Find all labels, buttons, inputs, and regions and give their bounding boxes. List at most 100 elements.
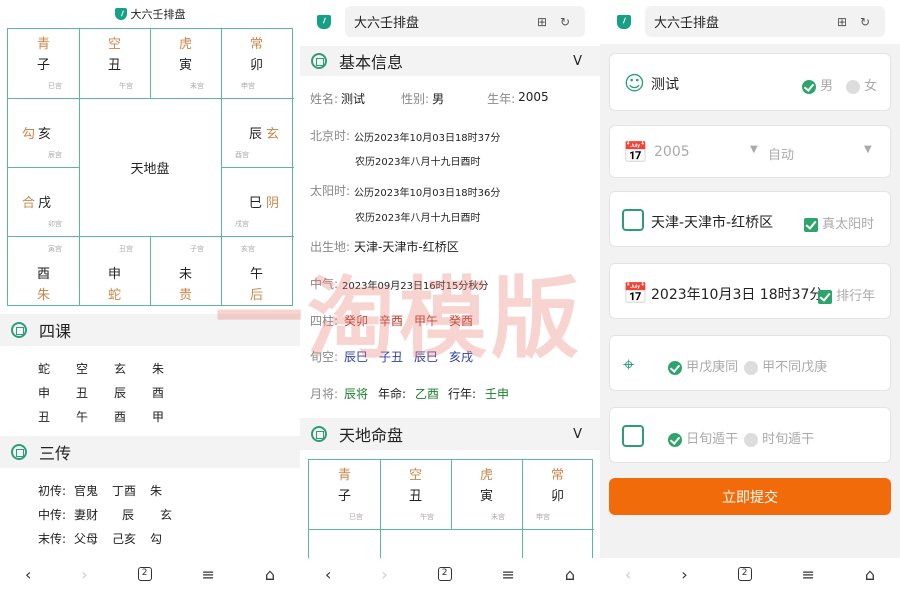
- cell-branch: 丑: [108, 58, 122, 73]
- menu-icon[interactable]: ≡: [502, 565, 515, 584]
- cell-palace: 未宫: [491, 513, 505, 521]
- bookmark-icon[interactable]: ⊞: [537, 15, 547, 29]
- jiawu-same-radio[interactable]: 甲戊庚同: [668, 356, 738, 375]
- sike-cell: 酉: [114, 410, 127, 424]
- sike-cell: 蛇: [38, 362, 51, 376]
- basic-info-header[interactable]: 基本信息 V: [300, 46, 600, 76]
- grid-cell: 巳 阴 戌宫: [221, 167, 294, 237]
- label: 中气:: [310, 277, 339, 291]
- refresh-icon[interactable]: ↻: [560, 15, 570, 29]
- cell-branch: 亥: [38, 127, 52, 142]
- cell-branch: 辰: [249, 127, 263, 142]
- sike-header[interactable]: 四课: [0, 314, 300, 346]
- name-field[interactable]: 测试: [651, 74, 679, 94]
- label: 姓名:: [310, 92, 339, 106]
- refresh-icon[interactable]: ↻: [860, 15, 870, 29]
- back-icon[interactable]: ‹: [625, 565, 631, 584]
- cell-god: 合: [22, 196, 36, 211]
- place-field[interactable]: 天津-天津市-红桥区: [651, 212, 773, 232]
- forward-icon[interactable]: ›: [681, 565, 687, 584]
- grid-cell: 勾 亥 辰宫: [8, 98, 80, 168]
- cell-palace: 申宫: [241, 82, 255, 90]
- sike-row: 申丑辰酉: [38, 384, 190, 401]
- target-icon: ⌖: [623, 352, 635, 376]
- cell-palace: 丑宫: [119, 245, 133, 253]
- void: 亥戌: [449, 350, 474, 364]
- sike-cell: 丑: [38, 410, 51, 424]
- submit-button[interactable]: 立即提交: [609, 478, 891, 515]
- datetime-field[interactable]: 2023年10月3日 18时37分: [651, 284, 823, 304]
- section-title: 四课: [39, 322, 72, 341]
- sc-cell: 官鬼: [74, 484, 99, 498]
- sc-cell: 己亥: [112, 532, 137, 546]
- grid-cell: 虎 寅 未宫: [150, 29, 222, 99]
- menu-icon[interactable]: ≡: [802, 565, 815, 584]
- cell-god: 青: [37, 37, 51, 52]
- shield-icon: [114, 8, 127, 20]
- cell-god: 空: [409, 468, 423, 483]
- label: 北京时:: [310, 129, 351, 143]
- cell-branch: 卯: [250, 58, 264, 73]
- chevron-down-icon[interactable]: V: [573, 54, 582, 69]
- caret-down-icon: ▼: [750, 144, 758, 155]
- option-card-2: 日旬遁干 时旬遁干: [609, 407, 891, 463]
- info-row-bj2: 农历2023年八月十九日酉时: [355, 153, 480, 168]
- grid-cell: 寅宫 酉 朱: [8, 236, 80, 306]
- tabs-icon[interactable]: 2: [137, 567, 152, 581]
- menu-icon[interactable]: ≡: [202, 565, 215, 584]
- sc-cell: 辰: [122, 508, 135, 522]
- jiawu-diff-radio[interactable]: 甲不同戊庚: [744, 356, 827, 375]
- cell-palace: 午宫: [420, 513, 434, 521]
- sc-cell: 丁酉: [112, 484, 137, 498]
- address-bar[interactable]: 大六壬排盘 ⊞ ↻: [345, 6, 585, 37]
- tabs-icon[interactable]: 2: [437, 567, 452, 581]
- forward-icon[interactable]: ›: [81, 565, 87, 584]
- grid-cell: 丑宫 申 蛇: [79, 236, 151, 306]
- bookmark-icon[interactable]: ⊞: [837, 15, 847, 29]
- sike-row: 丑午酉甲: [38, 408, 190, 425]
- mode-select[interactable]: 自动: [768, 144, 794, 163]
- paixing-checkbox[interactable]: 排行年: [818, 285, 875, 304]
- void: 辰巳: [414, 350, 439, 364]
- cell-branch: 巳: [249, 196, 263, 211]
- year-select[interactable]: 2005: [654, 144, 690, 160]
- male-radio[interactable]: 男: [802, 75, 833, 94]
- tiandi-grid: 青 子 巳宫 空 丑 午宫 虎 寅 未宫 常 卯 申宫 勾 亥 辰宫 合 戌 卯…: [7, 28, 294, 306]
- home-icon[interactable]: ⌂: [265, 565, 275, 584]
- home-icon[interactable]: ⌂: [865, 565, 875, 584]
- grid-cell: 亥宫 午 后: [221, 236, 294, 306]
- cell-god: 常: [250, 37, 264, 52]
- cell-palace: 酉宫: [235, 151, 249, 159]
- cell-branch: 酉: [37, 267, 51, 282]
- sc-cell: 朱: [150, 484, 163, 498]
- cell-branch: 申: [108, 267, 122, 282]
- sc-cell: 勾: [150, 532, 163, 546]
- tabs-icon[interactable]: 2: [737, 567, 752, 581]
- pillar: 辛酉: [379, 314, 404, 328]
- taiji-icon: [11, 444, 27, 460]
- taiji-icon: [311, 53, 327, 69]
- tdmp-header[interactable]: 天地命盘 V: [300, 418, 600, 450]
- calendar-icon: 📅: [623, 281, 648, 305]
- datetime-card: 📅 2023年10月3日 18时37分 排行年: [609, 263, 891, 319]
- cell-god: 阴: [266, 196, 280, 211]
- address-bar[interactable]: 大六壬排盘 ⊞ ↻: [645, 6, 885, 37]
- opt-label: 甲不同戊庚: [762, 360, 828, 375]
- sike-row: 蛇空玄朱: [38, 360, 190, 377]
- cell-god: 贵: [179, 288, 193, 303]
- sc-cell: 父母: [74, 532, 99, 546]
- chevron-down-icon[interactable]: V: [573, 427, 582, 442]
- home-icon[interactable]: ⌂: [565, 565, 575, 584]
- grid-cell: 合 戌 卯宫: [8, 167, 80, 237]
- sike-cell: 丑: [76, 386, 89, 400]
- back-icon[interactable]: ‹: [325, 565, 331, 584]
- back-icon[interactable]: ‹: [25, 565, 31, 584]
- female-radio[interactable]: 女: [846, 75, 877, 94]
- value: 农历2023年八月十九日酉时: [355, 213, 481, 224]
- rixun-radio[interactable]: 日旬遁干: [668, 428, 738, 447]
- forward-icon[interactable]: ›: [381, 565, 387, 584]
- shixun-radio[interactable]: 时旬遁干: [744, 428, 814, 447]
- sanchuan-header[interactable]: 三传: [0, 436, 300, 468]
- info-row-yuejiang: 月将: 辰将 年命: 乙酉 行年: 壬申: [310, 385, 509, 402]
- true-sun-checkbox[interactable]: 真太阳时: [804, 213, 874, 232]
